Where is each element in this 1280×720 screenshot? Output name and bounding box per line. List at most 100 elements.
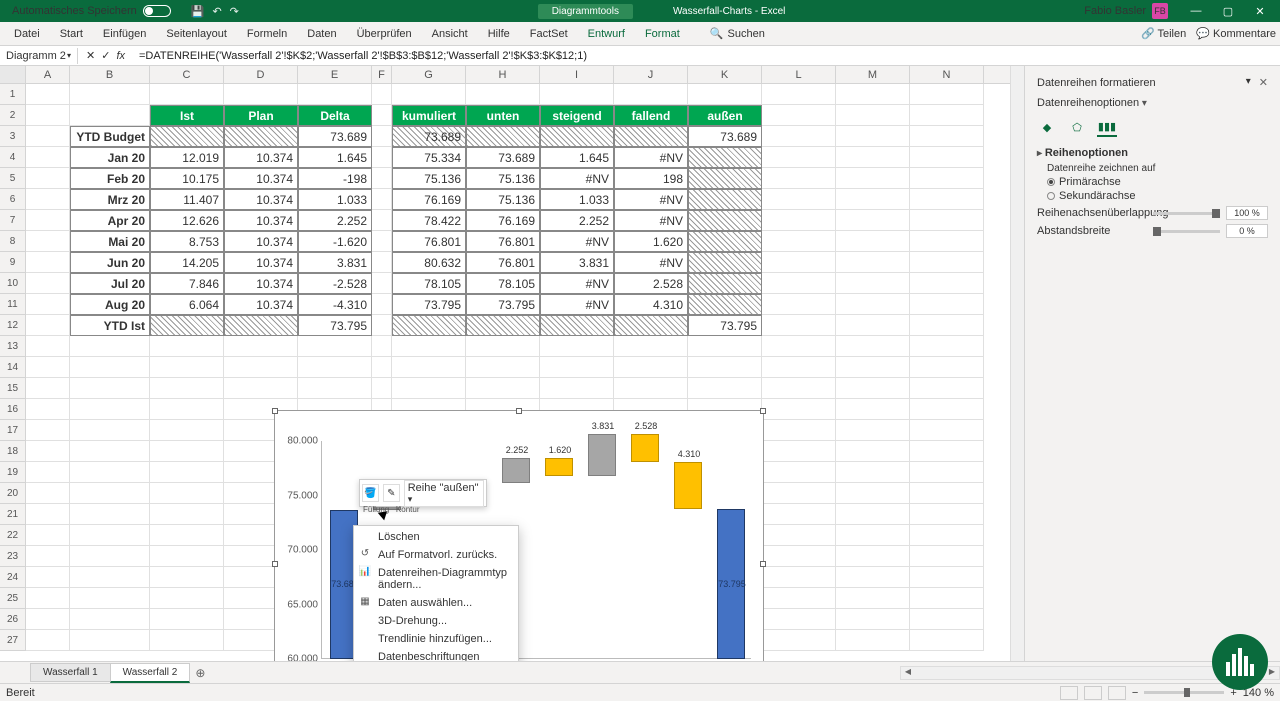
cell[interactable]: 1.645	[540, 147, 614, 168]
row-header[interactable]: 14	[0, 357, 26, 378]
col-header[interactable]: D	[224, 66, 298, 83]
cell[interactable]	[26, 504, 70, 525]
cell[interactable]	[762, 567, 836, 588]
row-header[interactable]: 15	[0, 378, 26, 399]
cell[interactable]: Plan	[224, 105, 298, 126]
cell[interactable]	[372, 378, 392, 399]
cell[interactable]	[466, 378, 540, 399]
cell[interactable]: 73.689	[392, 126, 466, 147]
bar[interactable]: 2.528	[631, 434, 659, 462]
cell[interactable]: -1.620	[298, 231, 372, 252]
cell[interactable]	[466, 315, 540, 336]
cell[interactable]	[910, 441, 984, 462]
cell[interactable]: 76.801	[392, 231, 466, 252]
cell[interactable]: Delta	[298, 105, 372, 126]
gap-value[interactable]: 0 %	[1226, 224, 1268, 238]
cell[interactable]: 73.689	[298, 126, 372, 147]
cell[interactable]	[26, 210, 70, 231]
cell[interactable]: 73.795	[688, 315, 762, 336]
cell[interactable]	[26, 315, 70, 336]
effects-icon[interactable]: ⬠	[1067, 117, 1087, 137]
cell[interactable]	[70, 357, 150, 378]
row-header[interactable]: 24	[0, 567, 26, 588]
menu-format-labels[interactable]: Datenbeschriftungen formatieren...	[354, 648, 518, 661]
cell[interactable]	[150, 378, 224, 399]
cell[interactable]	[372, 210, 392, 231]
cell[interactable]	[836, 378, 910, 399]
page-break-icon[interactable]	[1108, 686, 1126, 700]
cell[interactable]	[836, 147, 910, 168]
cell[interactable]: 78.105	[392, 273, 466, 294]
close-icon[interactable]: ✕	[1244, 5, 1276, 18]
cell[interactable]	[26, 168, 70, 189]
cell[interactable]	[762, 315, 836, 336]
col-header[interactable]: G	[392, 66, 466, 83]
cell[interactable]: 2.528	[614, 273, 688, 294]
bar[interactable]: 73.795	[717, 509, 745, 659]
cell[interactable]: 1.033	[298, 189, 372, 210]
cell[interactable]: 75.136	[466, 189, 540, 210]
series-selector[interactable]: Reihe "außen" ▾	[404, 480, 484, 507]
cell[interactable]	[910, 630, 984, 651]
cell[interactable]: 76.801	[466, 252, 540, 273]
cell[interactable]	[836, 294, 910, 315]
cell[interactable]	[910, 84, 984, 105]
cell[interactable]	[150, 336, 224, 357]
cell[interactable]	[910, 609, 984, 630]
cell[interactable]	[224, 378, 298, 399]
cell[interactable]	[150, 630, 224, 651]
cell[interactable]	[836, 546, 910, 567]
row-header[interactable]: 8	[0, 231, 26, 252]
comments-button[interactable]: 💬 Kommentare	[1196, 27, 1276, 40]
fx-icon[interactable]: fx	[116, 50, 125, 62]
cell[interactable]: 8.753	[150, 231, 224, 252]
col-header[interactable]: K	[688, 66, 762, 83]
cell[interactable]	[540, 378, 614, 399]
cell[interactable]	[614, 336, 688, 357]
cell[interactable]: 10.374	[224, 168, 298, 189]
cell[interactable]	[688, 273, 762, 294]
cell[interactable]: 73.795	[298, 315, 372, 336]
cell[interactable]: 73.689	[688, 126, 762, 147]
cell[interactable]	[372, 105, 392, 126]
cell[interactable]: 6.064	[150, 294, 224, 315]
cell[interactable]	[298, 357, 372, 378]
resize-handle[interactable]	[760, 408, 766, 414]
cell[interactable]: -4.310	[298, 294, 372, 315]
cell[interactable]: 2.252	[298, 210, 372, 231]
cell[interactable]	[762, 105, 836, 126]
cell[interactable]: 10.374	[224, 147, 298, 168]
primary-axis-radio[interactable]: Primärachse	[1047, 176, 1268, 188]
cell[interactable]	[910, 273, 984, 294]
cell[interactable]	[372, 252, 392, 273]
cell[interactable]: 76.169	[392, 189, 466, 210]
cell[interactable]	[762, 399, 836, 420]
cell[interactable]: unten	[466, 105, 540, 126]
cell[interactable]: 1.620	[614, 231, 688, 252]
cell[interactable]	[910, 315, 984, 336]
fill-line-icon[interactable]: ◆	[1037, 117, 1057, 137]
cell[interactable]	[26, 84, 70, 105]
cell[interactable]	[762, 378, 836, 399]
cell[interactable]	[70, 420, 150, 441]
cell[interactable]	[762, 588, 836, 609]
cell[interactable]	[910, 336, 984, 357]
col-header[interactable]: L	[762, 66, 836, 83]
sheet-tab[interactable]: Wasserfall 1	[30, 663, 111, 682]
cell[interactable]	[70, 588, 150, 609]
cell[interactable]	[762, 126, 836, 147]
cell[interactable]: 10.374	[224, 294, 298, 315]
cell[interactable]	[910, 504, 984, 525]
bar[interactable]: 3.831	[588, 434, 616, 476]
cell[interactable]	[70, 483, 150, 504]
user-account[interactable]: Fabio BaslerFB	[1084, 3, 1168, 19]
cell[interactable]	[540, 315, 614, 336]
cell[interactable]	[70, 399, 150, 420]
col-header[interactable]: H	[466, 66, 540, 83]
cell[interactable]	[688, 84, 762, 105]
cell[interactable]	[762, 462, 836, 483]
cell[interactable]: 10.374	[224, 273, 298, 294]
cell[interactable]	[910, 420, 984, 441]
cell[interactable]	[372, 294, 392, 315]
cell[interactable]	[26, 441, 70, 462]
